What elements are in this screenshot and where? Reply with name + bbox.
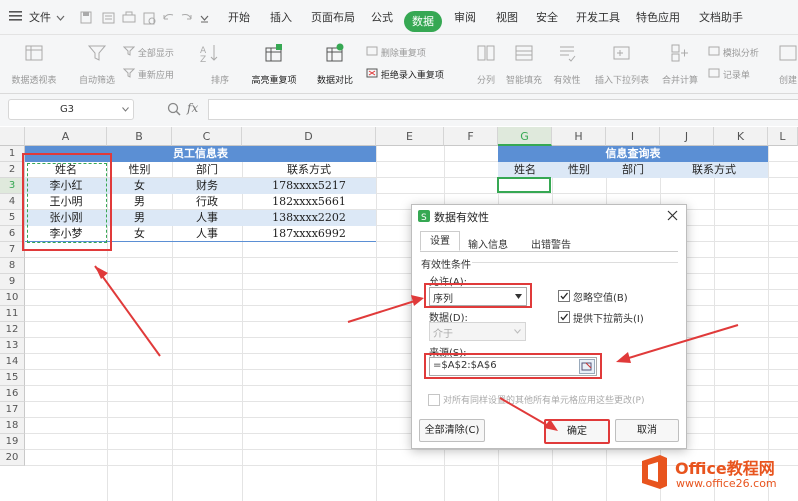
watermark: Office教程网 www.office26.com bbox=[638, 453, 796, 495]
arrow-to-allow bbox=[347, 295, 424, 323]
office-logo-icon bbox=[642, 455, 667, 489]
arrow-to-ok bbox=[499, 397, 558, 431]
arrow-to-names bbox=[94, 265, 161, 357]
annotation-arrows bbox=[94, 265, 739, 431]
watermark-url: www.office26.com bbox=[676, 477, 777, 490]
arrow-to-source bbox=[616, 324, 739, 363]
watermark-brand: Office教程网 bbox=[675, 459, 775, 478]
